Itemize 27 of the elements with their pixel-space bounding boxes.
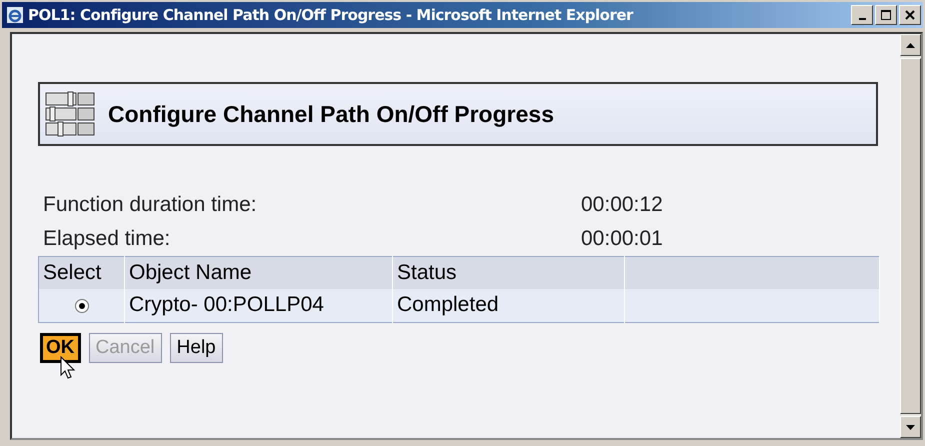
action-button[interactable]: Help	[170, 333, 223, 363]
browser-icon	[6, 6, 24, 24]
action-button[interactable]: OK	[40, 333, 80, 363]
field-label: Elapsed time:	[42, 227, 172, 251]
field-label: Function duration time:	[42, 193, 258, 217]
maximize-icon	[881, 10, 891, 20]
field-value: 00:00:12	[581, 193, 663, 217]
page-title: Configure Channel Path On/Off Progress	[108, 100, 554, 128]
radio-button[interactable]	[74, 298, 88, 313]
column-header: Select	[38, 256, 124, 288]
window-title: POL1: Configure Channel Path On/Off Progress - Microsoft Internet Explorer	[28, 6, 634, 24]
down-arrow-icon	[906, 424, 915, 430]
column-header: Status	[392, 256, 624, 288]
up-arrow-icon	[906, 42, 915, 48]
table-cell: Completed	[392, 288, 624, 322]
minimize-button[interactable]	[851, 5, 873, 25]
maximize-button[interactable]	[875, 5, 897, 25]
close-icon	[905, 10, 915, 20]
panel-icon	[44, 91, 96, 137]
close-button[interactable]	[899, 5, 921, 25]
column-header: Object Name	[124, 256, 392, 288]
scroll-up-button[interactable]	[900, 34, 921, 56]
table-cell: Crypto- 00:POLLP04	[124, 288, 392, 322]
field-value: 00:00:01	[581, 227, 663, 251]
cursor-icon	[60, 356, 76, 380]
minimize-icon	[858, 18, 866, 20]
scroll-down-button[interactable]	[900, 416, 921, 438]
